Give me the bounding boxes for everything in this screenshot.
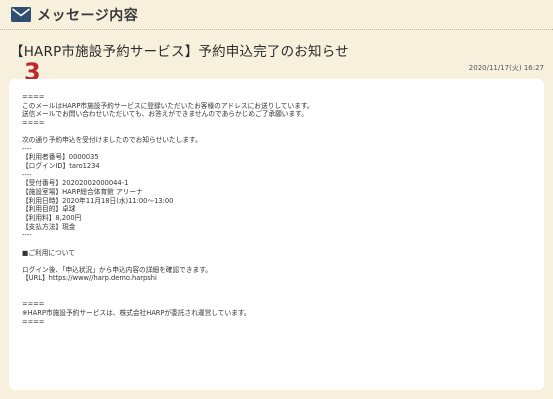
message-body-line: 【利用目的】卓球	[22, 205, 76, 214]
page-title: メッセージ内容	[37, 7, 139, 24]
message-body-line	[22, 128, 532, 137]
mail-icon	[11, 7, 31, 22]
message-body-line: ====	[22, 317, 45, 326]
message-body-line: ※HARP市施設予約サービスは、株式会社HARPが委託され運営しています。	[22, 309, 251, 318]
message-date: 2020/11/17(火) 16:27	[468, 64, 544, 72]
page-header: メッセージ内容	[0, 0, 553, 30]
message-body: ==== このメールはHARP市施設予約サービスに登録いただいたお客様のアドレスに…	[9, 79, 544, 390]
message-body-line	[22, 283, 532, 292]
message-body-line: 【ログインID】taro1234	[22, 162, 100, 171]
message-body-line: このメールはHARP市施設予約サービスに登録いただいたお客様のアドレスにお送りし…	[22, 101, 314, 110]
message-body-line: 送信メールでお問い合わせいただいても、お答えができませんのであらかじめご了承願い…	[22, 110, 308, 119]
message-body-line: ----	[22, 231, 32, 240]
message-body-line	[22, 240, 532, 249]
message-body-line: 【利用料】8,200円	[22, 213, 82, 222]
message-body-line: 【受付番号】20202002000044-1	[22, 179, 129, 188]
message-subject: 【HARP市施設予約サービス】予約申込完了のお知らせ	[10, 44, 349, 60]
message-body-line: 【利用者番号】0000035	[22, 153, 99, 162]
message-body-line: 【施設室場】HARP総合体育館 アリーナ	[22, 188, 143, 197]
message-body-line: ■ご利用について	[22, 248, 75, 257]
message-body-line: ====	[22, 118, 45, 127]
message-body-line: ====	[22, 93, 45, 101]
message-body-line: ログイン後、「申込状況」から申込内容の詳細を確認できます。	[22, 265, 212, 274]
message-body-line: 次の通り予約申込を受付けましたのでお知らせいたします。	[22, 136, 202, 145]
message-body-line	[22, 257, 532, 266]
message-body-line: 【支払方法】現金	[22, 222, 76, 231]
message-body-line: 【利用日時】2020年11月18日(水)11:00～13:00	[22, 196, 174, 205]
message-body-line: 【URL】https://www//harp.demo.harpshi	[22, 274, 157, 283]
message-body-line: ====	[22, 300, 45, 309]
message-body-line	[22, 292, 532, 301]
